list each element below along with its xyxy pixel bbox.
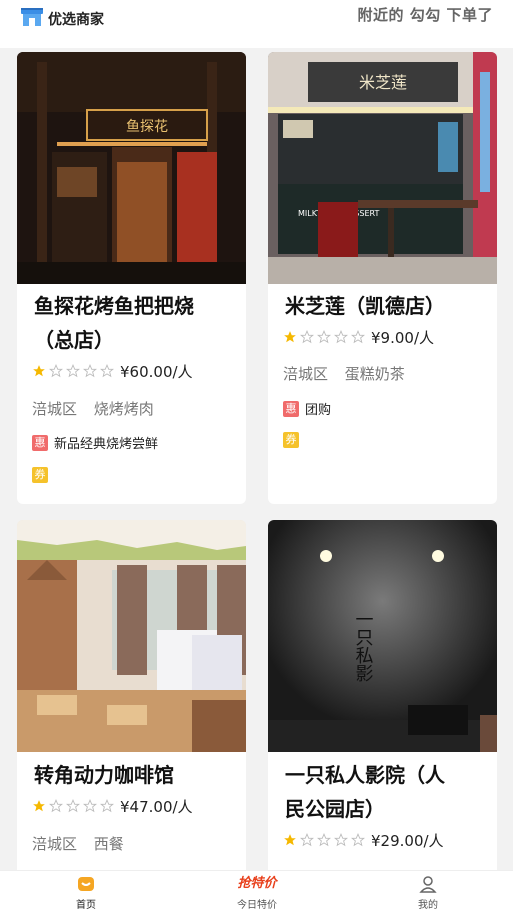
category-tag: 西餐 (93, 835, 124, 853)
merchant-photo: 一只私影 (268, 520, 497, 752)
star-empty-icon (66, 799, 80, 813)
star-empty-icon (83, 364, 97, 378)
star-empty-icon (317, 330, 331, 344)
nav-home[interactable]: 首页 (46, 874, 126, 911)
price-per-person: ¥9.00/人 (371, 328, 434, 347)
star-empty-icon (49, 364, 63, 378)
star-empty-icon (300, 833, 314, 847)
star-filled-icon (284, 331, 296, 343)
wall-text: 一只私影 (353, 610, 374, 682)
category-tag: 烧烤烤肉 (93, 400, 154, 418)
star-empty-icon (351, 330, 365, 344)
price-per-person: ¥47.00/人 (120, 797, 193, 816)
sign-text: 米芝莲 (359, 73, 407, 92)
deals-logo: 抢特价 (237, 876, 277, 891)
nav-today-label: 今日特价 (237, 900, 277, 911)
promo-row[interactable]: 惠 新品经典烧烤尝鲜 (32, 433, 158, 452)
star-empty-icon (100, 799, 114, 813)
district-tag: 涪城区 (283, 365, 329, 383)
star-filled-icon (284, 834, 296, 846)
rating: ¥47.00/人 (32, 797, 193, 816)
merchant-name: 一只私人影院（人 民公园店） (285, 763, 445, 821)
user-icon (419, 876, 437, 893)
star-empty-icon (49, 799, 63, 813)
star-empty-icon (100, 364, 114, 378)
header-title: 优选商家 (48, 12, 104, 28)
merchant-tags: 涪城区 烧烤烤肉 (32, 398, 166, 419)
star-filled-icon (33, 365, 45, 377)
nav-home-label: 首页 (76, 900, 96, 911)
star-empty-icon (334, 833, 348, 847)
shop-icon (21, 8, 43, 26)
price-per-person: ¥29.00/人 (371, 831, 444, 850)
star-empty-icon (351, 833, 365, 847)
price-per-person: ¥60.00/人 (120, 362, 193, 381)
promo-row[interactable]: 惠 团购 (283, 399, 331, 418)
merchant-card[interactable]: 米芝莲 MILKTEA & DESSERT 米芝莲（凯德店） ¥9.00/人 涪… (268, 52, 497, 504)
home-icon (78, 877, 94, 891)
merchant-photo (17, 520, 246, 752)
district-tag: 涪城区 (32, 835, 78, 853)
rating: ¥60.00/人 (32, 362, 193, 381)
nav-mine[interactable]: 我的 (388, 874, 468, 911)
merchant-photo: 米芝莲 MILKTEA & DESSERT (268, 52, 497, 284)
star-empty-icon (300, 330, 314, 344)
hui-badge: 惠 (32, 434, 48, 451)
merchant-name: 米芝莲（凯德店） (285, 294, 445, 318)
merchant-tags: 涪城区 西餐 (32, 833, 136, 854)
merchant-photo: 鱼探花 (17, 52, 246, 284)
star-empty-icon (334, 330, 348, 344)
rating: ¥9.00/人 (283, 328, 434, 347)
top-header: 优选商家 附近的 勾勾 下单了 (0, 0, 513, 48)
promo-text: 团购 (305, 403, 332, 418)
bottom-nav: 首页 抢特价 今日特价 我的 (0, 870, 513, 914)
quan-badge[interactable]: 券 (283, 432, 299, 448)
star-empty-icon (317, 833, 331, 847)
hui-badge: 惠 (283, 400, 299, 417)
merchant-card[interactable]: 转角动力咖啡馆 ¥47.00/人 涪城区 西餐 (17, 520, 246, 880)
merchant-tags: 涪城区 蛋糕奶茶 (283, 363, 417, 384)
sign-text: 鱼探花 (126, 118, 168, 135)
nav-mine-label: 我的 (418, 900, 438, 911)
merchant-card[interactable]: 一只私影 一只私人影院（人 民公园店） ¥29.00/人 (268, 520, 497, 880)
star-empty-icon (83, 799, 97, 813)
district-tag: 涪城区 (32, 400, 78, 418)
star-empty-icon (66, 364, 80, 378)
star-filled-icon (33, 800, 45, 812)
nav-today-deals[interactable]: 抢特价 今日特价 (217, 874, 297, 911)
recent-order-ticker: 附近的 勾勾 下单了 (357, 6, 493, 24)
merchant-name: 鱼探花烤鱼把把烧 （总店） (34, 294, 194, 352)
merchant-name: 转角动力咖啡馆 (34, 763, 174, 787)
merchant-card[interactable]: 鱼探花 鱼探花烤鱼把把烧 （总店） ¥60.00/人 涪城区 烧烤烤肉 惠 新品… (17, 52, 246, 504)
promo-text: 新品经典烧烤尝鲜 (54, 437, 159, 452)
category-tag: 蛋糕奶茶 (344, 365, 405, 383)
quan-badge[interactable]: 券 (32, 467, 48, 483)
rating: ¥29.00/人 (283, 831, 444, 850)
